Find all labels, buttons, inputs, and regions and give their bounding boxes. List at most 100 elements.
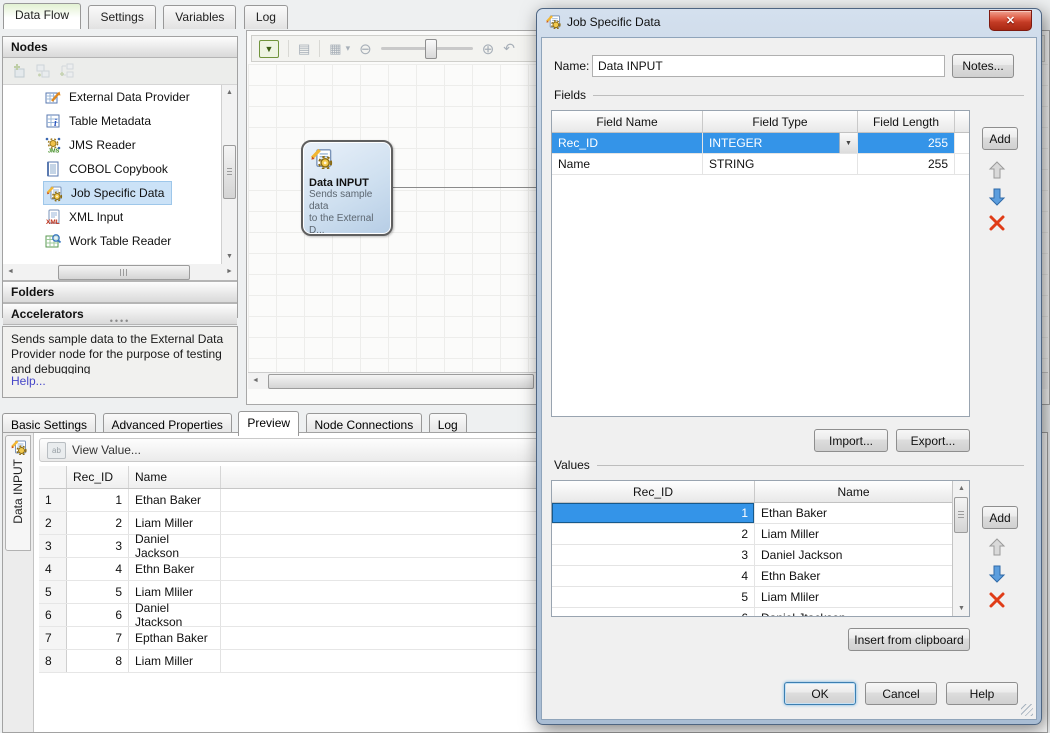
table-row[interactable]: 5 Liam Mliler [552, 587, 969, 608]
name-cell[interactable]: Daniel Jackson [755, 545, 953, 565]
dialog-title-bar[interactable]: Job Specific Data [545, 14, 660, 29]
nodes-section-header[interactable]: Nodes [3, 37, 237, 58]
table-row[interactable]: 66Daniel Jtackson [39, 604, 559, 627]
fields-table[interactable]: Field Name Field Type Field Length Rec_I… [551, 110, 970, 417]
scrollbar-thumb[interactable] [58, 265, 190, 280]
ok-button[interactable]: OK [784, 682, 856, 705]
column-header-name[interactable]: Name [129, 466, 221, 488]
rec-id-cell[interactable]: 3 [552, 545, 755, 565]
add-linked-node-icon[interactable] [35, 63, 51, 79]
scroll-down-icon[interactable]: ▼ [954, 601, 969, 616]
tab-variables[interactable]: Variables [163, 5, 236, 29]
tab-log[interactable]: Log [244, 5, 288, 29]
fields-delete-icon[interactable] [988, 214, 1006, 232]
name-cell[interactable]: Liam Miller [755, 524, 953, 544]
rec-id-cell[interactable]: 6 [552, 608, 755, 617]
column-header-field-length[interactable]: Field Length [858, 111, 955, 132]
values-vertical-scrollbar[interactable]: ▲ ▼ [952, 481, 969, 616]
chevron-down-icon[interactable]: ▾ [346, 43, 351, 54]
rec-id-cell[interactable]: 1 [552, 503, 755, 523]
layers-icon[interactable]: ▤ [298, 41, 310, 57]
row-number-header[interactable] [39, 466, 67, 488]
table-row[interactable]: 3 Daniel Jackson [552, 545, 969, 566]
tab-settings[interactable]: Settings [88, 5, 155, 29]
name-cell[interactable]: Ethan Baker [755, 503, 953, 523]
node-item-job-specific-data[interactable]: Job Specific Data [43, 181, 172, 205]
scroll-right-icon[interactable]: ► [222, 264, 237, 279]
values-move-up-icon[interactable] [988, 537, 1006, 557]
values-add-button[interactable]: Add [982, 506, 1018, 529]
notes-button[interactable]: Notes... [952, 54, 1014, 78]
column-header-field-type[interactable]: Field Type [703, 111, 858, 132]
insert-from-clipboard-button[interactable]: Insert from clipboard [848, 628, 970, 651]
field-name-cell[interactable]: Name [552, 154, 703, 174]
scroll-left-icon[interactable]: ◄ [3, 264, 18, 279]
node-item-work-table-reader[interactable]: Work Table Reader [43, 229, 178, 253]
node-item-external-data-provider[interactable]: External Data Provider [43, 85, 197, 109]
table-row[interactable]: 77Epthan Baker [39, 627, 559, 650]
field-type-cell[interactable]: STRING [703, 154, 858, 174]
table-row[interactable]: 1 Ethan Baker [552, 503, 969, 524]
export-button[interactable]: Export... [896, 429, 970, 452]
table-row[interactable]: 6 Daniel Jtackson [552, 608, 969, 617]
table-row[interactable]: 55Liam Mliler [39, 581, 559, 604]
overview-icon[interactable]: ▼ [259, 40, 279, 58]
name-cell[interactable]: Daniel Jtackson [755, 608, 953, 617]
folders-section-header[interactable]: Folders [3, 281, 237, 303]
name-input[interactable] [592, 55, 945, 77]
fields-move-down-icon[interactable] [988, 187, 1006, 207]
table-row[interactable]: 2 Liam Miller [552, 524, 969, 545]
fields-add-button[interactable]: Add [982, 127, 1018, 150]
cancel-button[interactable]: Cancel [865, 682, 937, 705]
zoom-in-icon[interactable]: ⊕ [482, 40, 495, 58]
scroll-down-icon[interactable]: ▼ [222, 249, 237, 264]
panel-splitter[interactable]: •••• [2, 318, 238, 326]
field-length-cell[interactable]: 255 [858, 133, 955, 153]
close-icon[interactable]: ✕ [989, 10, 1032, 31]
node-item-cobol-copybook[interactable]: COBOL Copybook [43, 157, 175, 181]
zoom-slider-thumb[interactable] [425, 39, 437, 59]
add-node-icon[interactable] [11, 63, 27, 79]
tab-data-flow[interactable]: Data Flow [3, 3, 81, 29]
table-row[interactable]: 11Ethan Baker [39, 489, 559, 512]
tab-preview[interactable]: Preview [238, 411, 299, 436]
table-row[interactable]: Rec_ID INTEGER ▼ 255 [552, 133, 969, 154]
help-link[interactable]: Help... [11, 374, 46, 388]
nodes-horizontal-scrollbar[interactable]: ◄ ► [3, 264, 237, 281]
table-row[interactable]: 33Daniel Jackson [39, 535, 559, 558]
node-item-xml-input[interactable]: XML XML Input [43, 205, 130, 229]
scrollbar-thumb[interactable] [268, 374, 534, 389]
reset-view-icon[interactable]: ↶ [503, 40, 515, 57]
column-header-rec-id[interactable]: Rec_ID [552, 481, 755, 502]
import-button[interactable]: Import... [814, 429, 888, 452]
values-delete-icon[interactable] [988, 591, 1006, 609]
name-cell[interactable]: Liam Mliler [755, 587, 953, 607]
table-row[interactable]: 4 Ethn Baker [552, 566, 969, 587]
preview-side-tab[interactable]: Data INPUT [5, 435, 31, 551]
scroll-left-icon[interactable]: ◄ [248, 373, 263, 388]
zoom-out-icon[interactable]: ⊖ [359, 40, 372, 58]
resize-grip[interactable] [1021, 704, 1033, 716]
nodes-vertical-scrollbar[interactable]: ▲ ▼ [221, 85, 237, 264]
add-branch-node-icon[interactable] [59, 63, 75, 79]
node-item-table-metadata[interactable]: i Table Metadata [43, 109, 158, 133]
column-header-rec-id[interactable]: Rec_ID [67, 466, 129, 488]
flow-node-data-input[interactable]: Data INPUT Sends sample datato the Exter… [301, 140, 393, 236]
scrollbar-thumb[interactable] [223, 145, 236, 199]
table-row[interactable]: 44Ethn Baker [39, 558, 559, 581]
table-row[interactable]: Name STRING 255 [552, 154, 969, 175]
column-header-field-name[interactable]: Field Name [552, 111, 703, 132]
table-row[interactable]: 22Liam Miller [39, 512, 559, 535]
values-move-down-icon[interactable] [988, 564, 1006, 584]
values-table[interactable]: Rec_ID Name 1 Ethan Baker 2 Liam Miller … [551, 480, 970, 617]
node-item-jms-reader[interactable]: JMS JMS Reader [43, 133, 143, 157]
scrollbar-thumb[interactable] [954, 497, 968, 533]
scroll-up-icon[interactable]: ▲ [954, 481, 969, 496]
rec-id-cell[interactable]: 4 [552, 566, 755, 586]
table-row[interactable]: 88Liam Miller [39, 650, 559, 673]
rec-id-cell[interactable]: 5 [552, 587, 755, 607]
field-length-cell[interactable]: 255 [858, 154, 955, 174]
rec-id-cell[interactable]: 2 [552, 524, 755, 544]
name-cell[interactable]: Ethn Baker [755, 566, 953, 586]
help-button[interactable]: Help [946, 682, 1018, 705]
